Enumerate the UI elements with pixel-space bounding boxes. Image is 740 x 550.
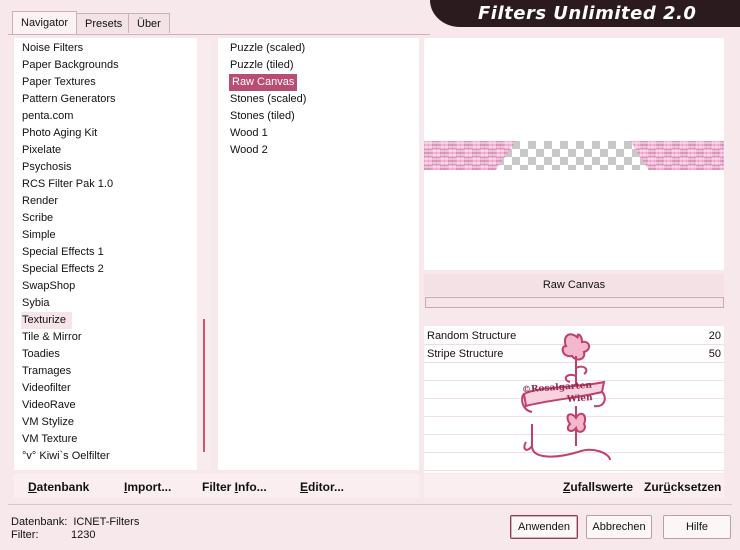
category-item[interactable]: Paper Backgrounds xyxy=(22,57,119,74)
preview-pane xyxy=(424,38,724,270)
watermark-text-line2: Wien xyxy=(566,393,593,405)
category-item[interactable]: Videofilter xyxy=(22,380,71,397)
parameters-panel: Random Structure 20 Stripe Structure 50 … xyxy=(424,326,724,473)
status-filter-label: Filter: xyxy=(11,529,39,541)
param-value[interactable]: 50 xyxy=(709,346,721,363)
tab-uber[interactable]: Über xyxy=(128,13,170,33)
category-item[interactable]: RCS Filter Pak 1.0 xyxy=(22,176,113,193)
apply-button[interactable]: Anwenden xyxy=(510,515,578,539)
editor-button[interactable]: Editor... xyxy=(300,480,344,494)
category-item[interactable]: Special Effects 1 xyxy=(22,244,104,261)
app-title: Filters Unlimited 2.0 xyxy=(478,3,697,24)
status-database: Datenbank: ICNET-Filters xyxy=(11,516,139,528)
category-item[interactable]: Render xyxy=(22,193,58,210)
category-item[interactable]: Sybia xyxy=(22,295,50,312)
random-values-button[interactable]: Zufallswerte xyxy=(563,480,633,494)
category-scrollbar-thumb[interactable] xyxy=(203,319,205,452)
preview-filter-name: Raw Canvas xyxy=(424,274,724,296)
category-item[interactable]: penta.com xyxy=(22,108,73,125)
category-item[interactable]: Photo Aging Kit xyxy=(22,125,97,142)
category-item[interactable]: Tramages xyxy=(22,363,71,380)
tab-presets[interactable]: Presets xyxy=(76,13,132,33)
filter-item[interactable]: Puzzle (scaled) xyxy=(230,40,305,57)
category-item[interactable]: Texturize xyxy=(21,312,73,329)
status-filter-value: 1230 xyxy=(71,529,96,541)
tab-navigator[interactable]: Navigator xyxy=(12,11,78,35)
filter-info-button[interactable]: Filter Info... xyxy=(202,480,267,494)
category-item[interactable]: Pixelate xyxy=(22,142,61,159)
status-filter-count: Filter: 1230 xyxy=(11,529,95,541)
category-item[interactable]: VM Texture xyxy=(22,431,77,448)
progress-bar xyxy=(425,297,724,308)
category-item[interactable]: Noise Filters xyxy=(22,40,83,57)
tab-divider xyxy=(8,34,430,35)
parameter-action-bar: Zufallswerte Zurücksetzen xyxy=(424,474,724,498)
param-value[interactable]: 20 xyxy=(709,328,721,345)
category-item[interactable]: Paper Textures xyxy=(22,74,96,91)
category-item[interactable]: Psychosis xyxy=(22,159,72,176)
filter-item[interactable]: Raw Canvas xyxy=(229,74,298,91)
filter-item[interactable]: Puzzle (tiled) xyxy=(230,57,294,74)
category-item[interactable]: VM Stylize xyxy=(22,414,74,431)
filter-item[interactable]: Stones (tiled) xyxy=(230,108,295,125)
datenbank-button[interactable]: Datenbank xyxy=(28,480,89,494)
status-database-label: Datenbank: xyxy=(11,516,68,528)
category-item[interactable]: Special Effects 2 xyxy=(22,261,104,278)
cancel-button[interactable]: Abbrechen xyxy=(586,515,652,539)
category-item[interactable]: Tile & Mirror xyxy=(22,329,81,346)
category-item[interactable]: Scribe xyxy=(22,210,53,227)
category-item[interactable]: Toadies xyxy=(22,346,60,363)
category-item[interactable]: °v° Kiwi`s Oelfilter xyxy=(22,448,110,465)
filter-item[interactable]: Wood 2 xyxy=(230,142,268,159)
category-item[interactable]: VideoRave xyxy=(22,397,76,414)
status-database-value: ICNET-Filters xyxy=(73,516,140,528)
param-label: Stripe Structure xyxy=(427,348,504,360)
category-item[interactable]: Simple xyxy=(22,227,56,244)
category-item[interactable]: Pattern Generators xyxy=(22,91,116,108)
category-item[interactable]: SwapShop xyxy=(22,278,75,295)
navigator-action-bar: Datenbank Import... Filter Info... Edito… xyxy=(14,474,419,498)
help-button[interactable]: Hilfe xyxy=(663,515,731,539)
reset-button[interactable]: Zurücksetzen xyxy=(644,480,721,494)
footer-divider xyxy=(8,504,732,505)
filter-item[interactable]: Wood 1 xyxy=(230,125,268,142)
import-button[interactable]: Import... xyxy=(124,480,171,494)
filter-item[interactable]: Stones (scaled) xyxy=(230,91,306,108)
param-label: Random Structure xyxy=(427,330,517,342)
